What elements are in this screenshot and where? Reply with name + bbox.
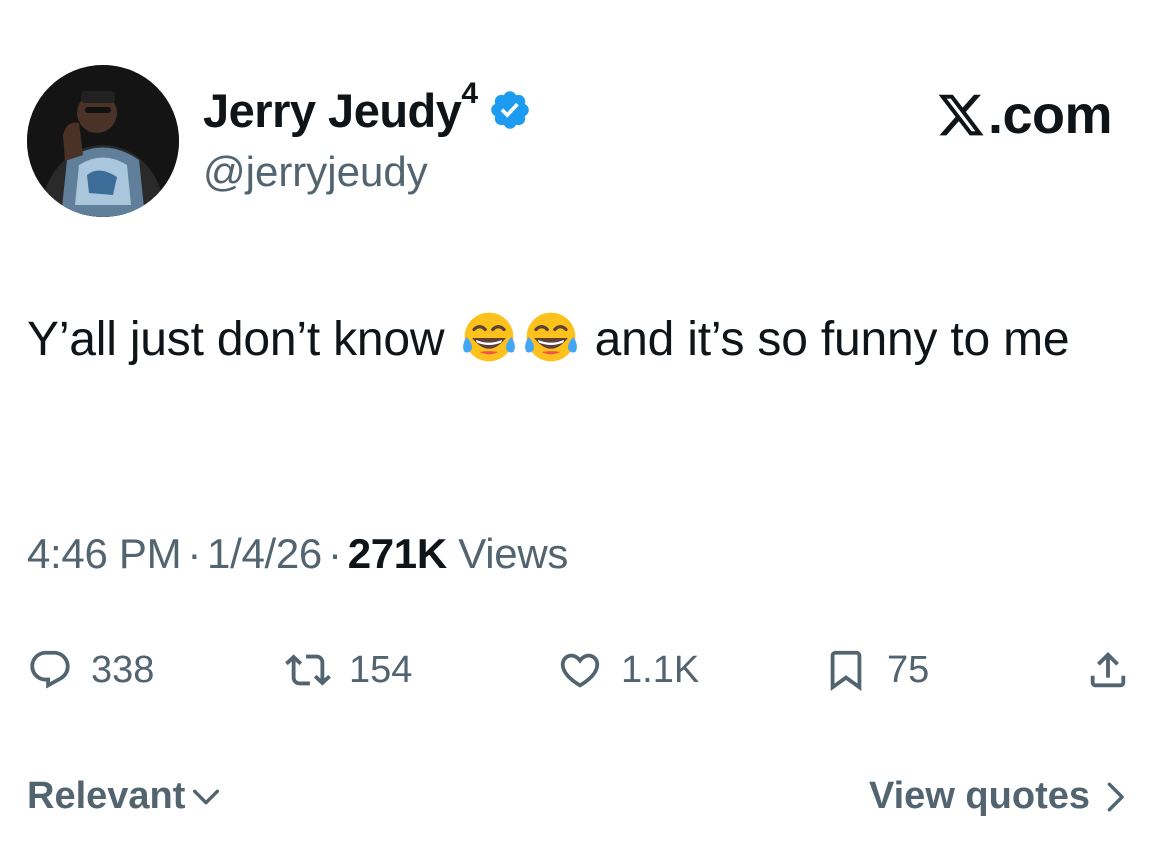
like-button[interactable]: 1.1K: [557, 640, 699, 700]
heart-icon: [560, 653, 600, 688]
chevron-right-icon: [1107, 782, 1124, 811]
author-handle[interactable]: @jerryjeudy: [203, 148, 428, 196]
tweet-text-after: and it’s so funny to me: [594, 313, 1070, 366]
tweet-time[interactable]: 4:46 PM: [27, 530, 182, 577]
author-name-superscript: 4: [461, 76, 478, 110]
reply-icon: [30, 650, 70, 689]
tweet-date[interactable]: 1/4/26: [207, 530, 322, 577]
bookmark-button[interactable]: 75: [823, 640, 929, 700]
bookmark-icon: [830, 650, 862, 691]
author-display-name[interactable]: Jerry Jeudy4: [203, 77, 478, 138]
avatar[interactable]: [27, 65, 179, 217]
reply-count: 338: [91, 648, 155, 691]
x-logo-icon: [938, 94, 984, 136]
reply-button[interactable]: 338: [27, 640, 154, 700]
repost-icon: [285, 654, 331, 686]
tweet-text: Y’all just don’t know and it’s so funny …: [27, 302, 1152, 378]
action-bar: 338 154 1.1K 75: [27, 640, 1142, 700]
tears-of-joy-emoji-icon: [521, 307, 581, 367]
chevron-down-icon: [193, 789, 220, 804]
share-button[interactable]: [1085, 640, 1149, 700]
tweet-text-before: Y’all just don’t know: [27, 313, 445, 366]
repost-count: 154: [349, 648, 413, 691]
view-quotes-link[interactable]: View quotes: [869, 775, 1132, 818]
sort-label: Relevant: [27, 775, 186, 817]
brand-label: .com: [987, 85, 1113, 145]
like-count: 1.1K: [621, 648, 700, 691]
share-icon: [1090, 651, 1126, 688]
view-quotes-label: View quotes: [868, 775, 1090, 817]
tears-of-joy-emoji-icon: [459, 307, 519, 367]
bookmark-count: 75: [887, 648, 930, 691]
tweet-meta: 4:46 PM · 1/4/26 · 271K Views: [27, 530, 568, 578]
verified-badge-icon: [490, 91, 529, 129]
sort-replies-dropdown[interactable]: Relevant: [27, 775, 223, 818]
meta-separator: ·: [328, 530, 342, 577]
views-count: 271K: [347, 530, 448, 577]
brand-mark: .com: [936, 84, 1113, 146]
author-name-row[interactable]: Jerry Jeudy4: [203, 77, 532, 140]
views-label: Views: [458, 530, 569, 577]
meta-separator: ·: [187, 530, 202, 577]
repost-button[interactable]: 154: [285, 640, 412, 700]
